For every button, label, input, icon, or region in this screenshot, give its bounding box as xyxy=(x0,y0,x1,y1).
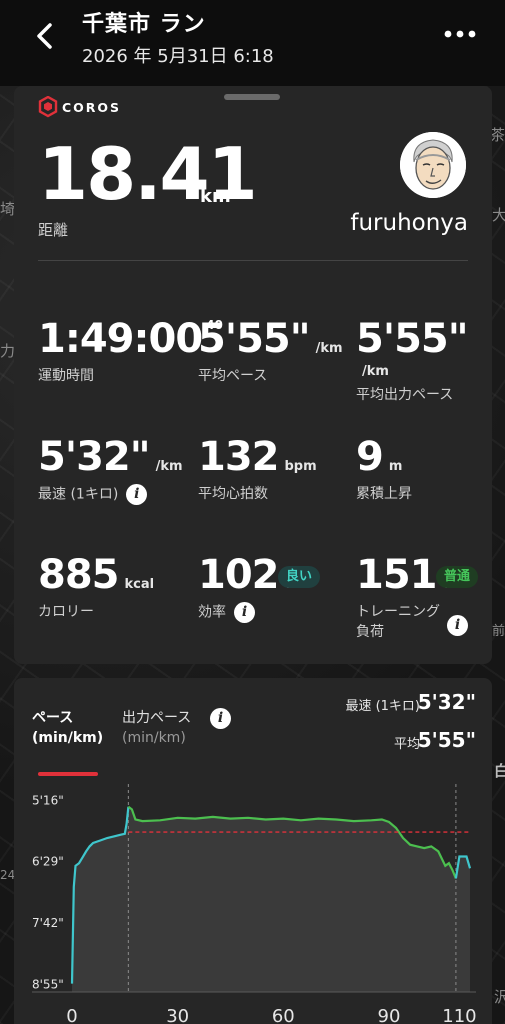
distance-label: 距離 xyxy=(38,221,69,239)
map-label: 力 xyxy=(0,342,16,360)
map-label: 埼 xyxy=(0,200,16,218)
y-tick-label: 6'29" xyxy=(32,855,64,869)
stat-avg-power-pace: 5'55" /km 平均出力ペース xyxy=(356,318,492,405)
stat-calories: 885 kcal カロリー xyxy=(38,554,154,622)
elevation-value: 9 xyxy=(356,434,384,480)
coros-logo: COROS xyxy=(38,96,121,118)
calories-unit: kcal xyxy=(124,577,155,592)
training-load-badge: 普通 xyxy=(436,566,479,588)
stat-avg-hr: 132 bpm 平均心拍数 xyxy=(198,436,317,504)
username: furuhonya xyxy=(350,210,468,236)
calories-label: カロリー xyxy=(38,604,94,620)
info-icon[interactable]: i xyxy=(447,615,468,636)
avatar[interactable] xyxy=(400,132,466,198)
x-tick-label: 0 xyxy=(66,1006,77,1024)
efficiency-label: 効率 xyxy=(198,604,226,621)
avg-power-pace-value: 5'55" xyxy=(356,316,469,362)
best-pace-label: 最速 (1キロ) xyxy=(38,486,119,503)
efficiency-value: 102 xyxy=(198,552,279,598)
best-pace-unit: /km xyxy=(155,459,183,474)
avg-pace-unit: /km xyxy=(315,341,343,356)
calories-value: 885 xyxy=(38,552,119,598)
activity-title: 千葉市 ラン xyxy=(82,12,206,37)
stat-efficiency: 102% 効率i xyxy=(198,554,298,623)
brand-name: COROS xyxy=(62,100,121,115)
map-label: 茶 xyxy=(490,126,505,144)
avg-pace-value: 5'55" xyxy=(198,316,311,362)
x-tick-label: 110 xyxy=(442,1006,476,1024)
stat-duration: 1:49:00 40 運動時間 xyxy=(38,318,223,386)
stat-avg-pace: 5'55" /km 平均ペース xyxy=(198,318,343,386)
pace-chart[interactable]: 5'16" 6'29" 7'42" 8'55"0 30 60 90 110 xyxy=(14,678,492,1024)
elevation-label: 累積上昇 xyxy=(356,486,412,502)
training-load-label-1: トレーニング xyxy=(356,604,440,620)
top-bar: 千葉市 ラン 2026 年 5月31日 6:18 xyxy=(0,0,505,86)
map-label: 大 xyxy=(492,206,505,224)
pace-chart-card: ペース (min/km) 出力ペース (min/km) i 最速 (1キロ) 5… xyxy=(14,678,492,1024)
avg-pace-label: 平均ペース xyxy=(198,368,268,384)
more-options-icon[interactable] xyxy=(443,22,477,46)
duration-value: 1:49:00 xyxy=(38,316,203,362)
x-tick-label: 30 xyxy=(166,1006,189,1024)
stat-best-pace: 5'32" /km 最速 (1キロ) i xyxy=(38,436,183,505)
efficiency-badge: 良い xyxy=(278,566,321,588)
distance-unit: km xyxy=(200,186,231,207)
map-label: 前 xyxy=(492,624,505,639)
avg-power-pace-unit: /km xyxy=(362,364,389,379)
x-tick-label: 90 xyxy=(378,1006,401,1024)
summary-card: COROS 18.41 km 距離 furuhonya 1:49:00 40 運動… xyxy=(14,86,492,664)
y-tick-label: 5'16" xyxy=(32,793,64,807)
avg-power-pace-label: 平均出力ペース xyxy=(356,387,454,403)
training-load-label-2: 負荷 xyxy=(356,624,384,640)
avatar-face-icon xyxy=(400,132,466,198)
avg-hr-value: 132 xyxy=(198,434,279,480)
y-tick-label: 8'55" xyxy=(32,978,64,992)
drag-handle[interactable] xyxy=(224,94,280,100)
duration-label: 運動時間 xyxy=(38,368,94,384)
avg-hr-unit: bpm xyxy=(284,459,317,474)
avg-hr-label: 平均心拍数 xyxy=(198,486,268,502)
activity-datetime: 2026 年 5月31日 6:18 xyxy=(82,46,274,67)
map-label: 白 xyxy=(494,762,505,780)
pace-area xyxy=(72,806,470,992)
x-tick-label: 60 xyxy=(272,1006,295,1024)
map-label: 沢 xyxy=(494,988,505,1006)
stat-elevation: 9m 累積上昇 xyxy=(356,436,412,504)
elevation-unit: m xyxy=(388,459,403,474)
info-icon[interactable]: i xyxy=(234,602,255,623)
map-label: 24 xyxy=(0,868,16,882)
best-pace-value: 5'32" xyxy=(38,434,151,480)
y-tick-label: 7'42" xyxy=(32,916,64,930)
training-load-value: 151 xyxy=(356,552,437,598)
back-arrow-icon[interactable] xyxy=(30,20,62,52)
info-icon[interactable]: i xyxy=(126,484,148,505)
divider xyxy=(38,260,468,261)
